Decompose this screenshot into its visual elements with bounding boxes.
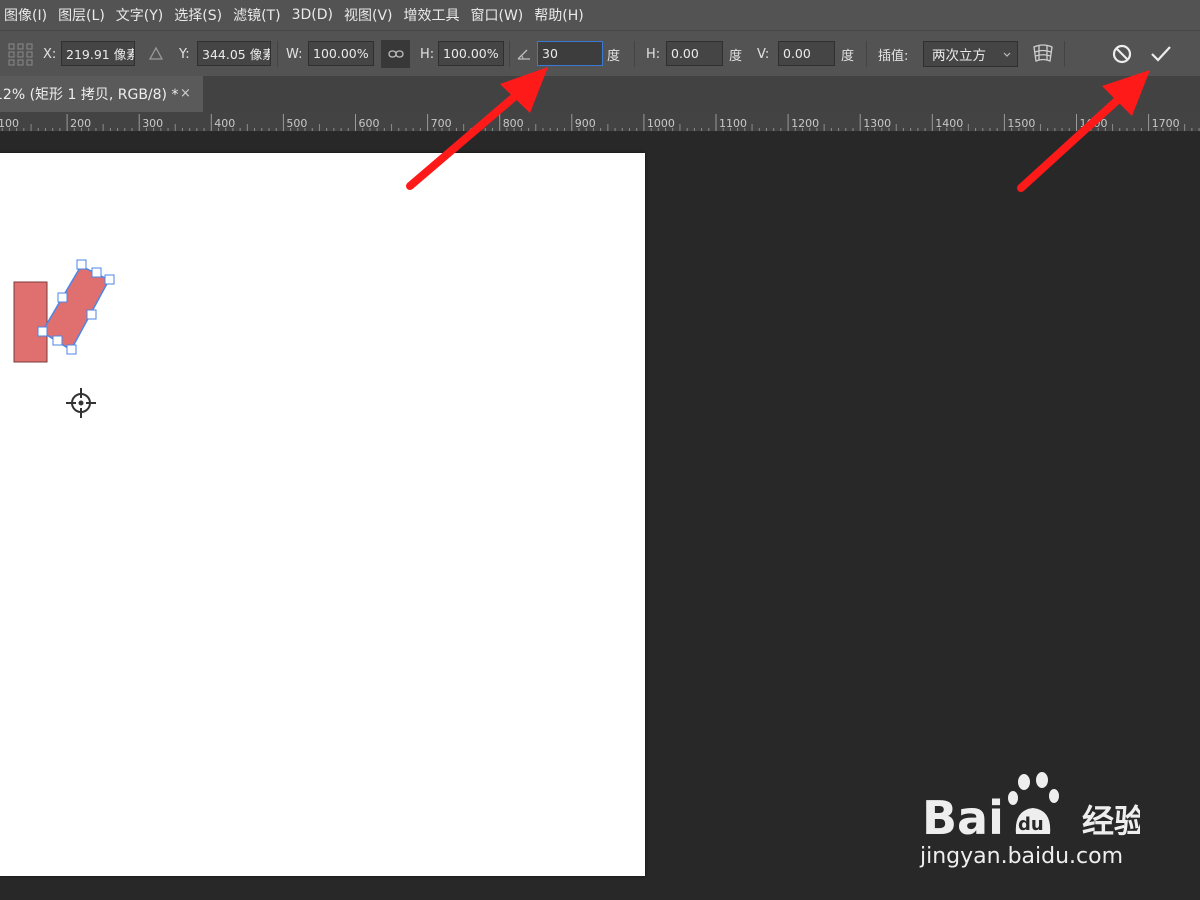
baidu-watermark: Bai 经验 du jingyan.baidu.com <box>920 772 1146 877</box>
arrow-to-rotate-field <box>406 67 548 190</box>
watermark-url: jingyan.baidu.com <box>920 844 1124 869</box>
svg-text:du: du <box>1018 814 1044 835</box>
svg-text:经验: 经验 <box>1082 802 1140 840</box>
arrow-to-commit-button <box>1017 70 1150 192</box>
svg-text:Bai: Bai <box>922 791 1004 842</box>
annotation-arrows <box>406 67 1150 192</box>
baidu-logo: Bai 经验 du <box>922 772 1146 845</box>
